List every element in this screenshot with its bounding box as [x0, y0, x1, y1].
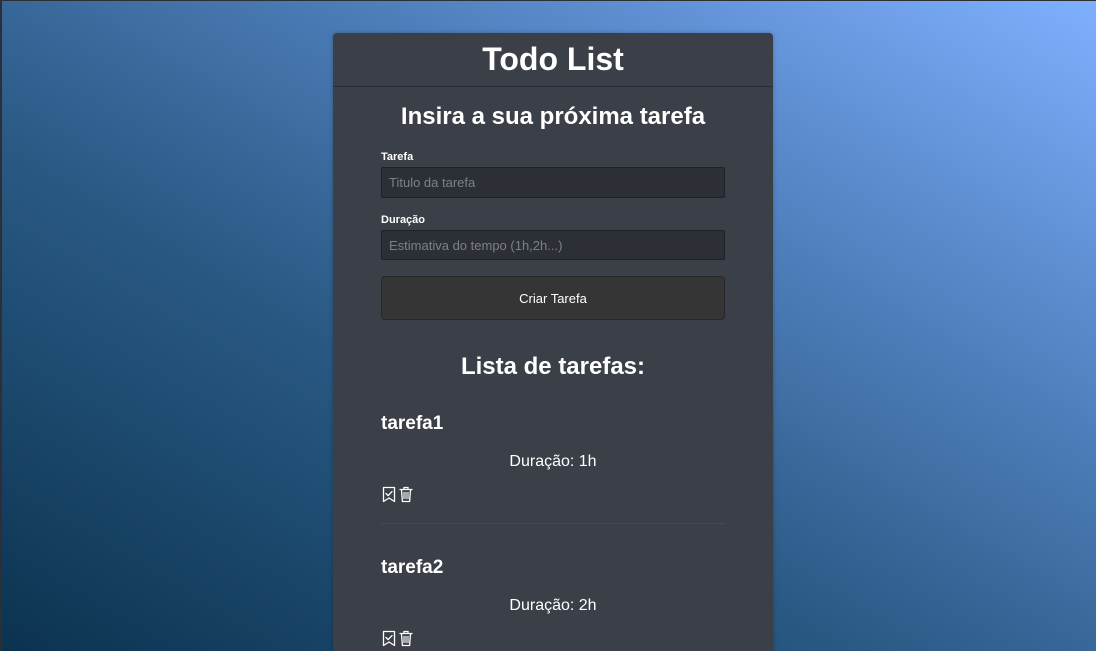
- task-item: tarefa2 Duração: 2h: [381, 557, 725, 651]
- form-title: Insira a sua próxima tarefa: [400, 103, 706, 130]
- bookmark-check-icon[interactable]: [381, 485, 397, 503]
- card-header: Todo List: [333, 33, 773, 87]
- window-top-border: [0, 0, 1096, 1]
- task-name: tarefa1: [381, 413, 444, 434]
- trash-icon[interactable]: [398, 629, 414, 647]
- task-item: tarefa1 Duração: 1h: [381, 413, 725, 525]
- list-title: Lista de tarefas:: [460, 353, 646, 380]
- task-actions: [381, 629, 414, 647]
- duration-input[interactable]: [381, 230, 725, 260]
- create-task-button[interactable]: Criar Tarefa: [381, 276, 725, 320]
- duration-label: Duração: [381, 214, 426, 226]
- task-name: tarefa2: [381, 557, 444, 578]
- app-title: Todo List: [482, 40, 624, 77]
- task-label: Tarefa: [381, 151, 414, 163]
- task-list: tarefa1 Duração: 1h tarefa2 Duração: 2h: [381, 413, 725, 651]
- trash-icon[interactable]: [398, 485, 414, 503]
- bookmark-check-icon[interactable]: [381, 629, 397, 647]
- todo-card: Todo List Insira a sua próxima tarefa Ta…: [333, 33, 773, 651]
- task-duration: Duração: 1h: [509, 453, 597, 470]
- task-duration: Duração: 2h: [509, 597, 597, 614]
- window-left-border: [0, 0, 2, 651]
- task-actions: [381, 485, 414, 503]
- task-title-input[interactable]: [381, 167, 725, 198]
- task-divider: [381, 523, 725, 524]
